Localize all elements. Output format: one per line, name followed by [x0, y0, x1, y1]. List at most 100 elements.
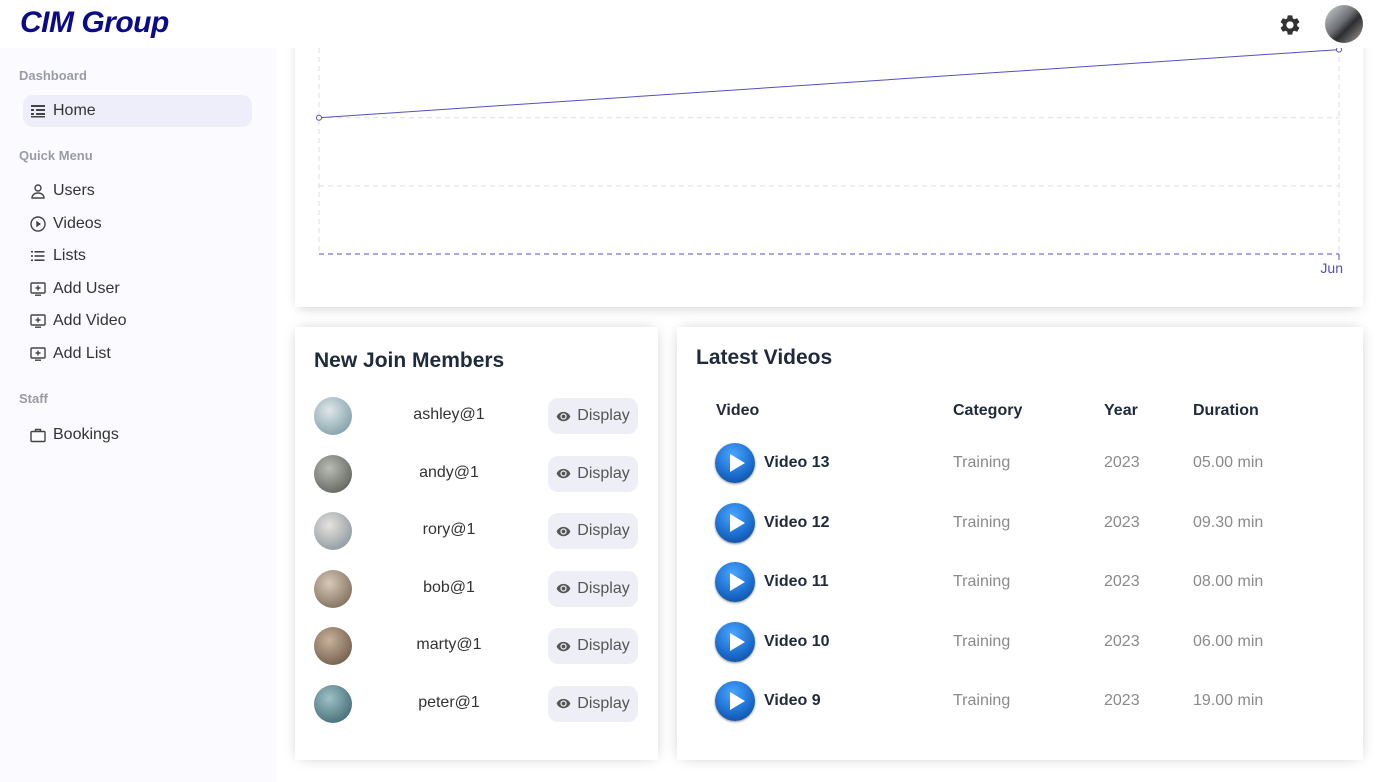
user-icon — [31, 184, 45, 199]
avatar — [314, 512, 352, 550]
sidebar-item-label: Videos — [53, 215, 102, 232]
sidebar-section-quick-menu: Quick Menu — [19, 148, 93, 163]
eye-icon — [556, 468, 571, 479]
series-line — [318, 49, 1340, 119]
display-button-label: Display — [577, 464, 630, 482]
list-item: peter@1 Display — [314, 684, 638, 724]
display-button[interactable]: Display — [548, 685, 638, 722]
display-button-label: Display — [577, 407, 630, 424]
play-icon[interactable] — [715, 621, 755, 662]
display-button[interactable]: Display — [548, 455, 638, 492]
sidebar-item-users[interactable]: Users — [23, 175, 252, 207]
video-category: Training — [953, 573, 1011, 590]
avatar — [314, 569, 352, 608]
video-year: 2023 — [1104, 632, 1140, 650]
avatar — [314, 454, 352, 493]
list-item: rory@1 Display — [314, 511, 638, 551]
member-name: peter@1 — [418, 693, 480, 711]
video-category: Training — [953, 632, 1011, 650]
sidebar-item-add-user[interactable]: Add User — [23, 273, 252, 305]
display-button-label: Display — [577, 637, 630, 654]
sidebar-item-label: Bookings — [53, 426, 119, 443]
video-category: Training — [953, 454, 1011, 471]
eye-icon — [556, 526, 571, 536]
logo[interactable]: CIM Group — [20, 6, 169, 40]
list-item: marty@1 Display — [314, 626, 638, 666]
sidebar-item-add-list[interactable]: Add List — [23, 338, 252, 370]
list-item: andy@1 Display — [314, 454, 638, 494]
sidebar-item-label: Add List — [53, 345, 111, 362]
video-title[interactable]: Video 10 — [764, 633, 830, 651]
sidebar-item-label: Lists — [53, 247, 86, 264]
video-title[interactable]: Video 12 — [764, 514, 830, 532]
video-title[interactable]: Video 13 — [764, 454, 830, 472]
table-row: Video 12 Training 2023 09.30 min — [677, 502, 1363, 546]
video-title[interactable]: Video 9 — [764, 692, 821, 710]
eye-icon — [556, 698, 571, 709]
play-icon[interactable] — [715, 443, 755, 483]
display-button-label: Display — [577, 694, 630, 712]
play-icon[interactable] — [715, 502, 755, 543]
video-year: 2023 — [1104, 692, 1140, 709]
video-duration: 05.00 min — [1193, 454, 1264, 471]
display-button-label: Display — [577, 522, 630, 539]
list-item: bob@1 Display — [314, 569, 638, 609]
member-name: marty@1 — [416, 636, 482, 653]
line-chart: Jun — [316, 30, 1343, 276]
list-icon — [31, 251, 45, 261]
table-row: Video 11 Training 2023 08.00 min — [677, 561, 1363, 605]
video-title[interactable]: Video 11 — [764, 573, 829, 591]
eye-icon — [556, 411, 571, 421]
sidebar-item-videos[interactable]: Videos — [23, 208, 252, 240]
sidebar-item-label: Home — [53, 102, 96, 119]
video-duration: 06.00 min — [1193, 632, 1264, 650]
data-point — [316, 114, 322, 121]
add-to-queue-icon — [30, 347, 46, 361]
member-name: andy@1 — [419, 463, 479, 481]
column-header-category: Category — [953, 402, 1023, 419]
eye-icon — [556, 583, 571, 594]
avatar[interactable] — [1325, 5, 1363, 43]
table-row: Video 9 Training 2023 19.00 min — [677, 680, 1363, 724]
video-year: 2023 — [1104, 513, 1140, 531]
sidebar-item-add-video[interactable]: Add Video — [23, 305, 252, 337]
add-to-queue-icon — [30, 282, 46, 296]
new-members-card: New Join Members ashley@1 Display andy@1 Di… — [295, 327, 658, 760]
table-row: Video 13 Training 2023 05.00 min — [677, 442, 1363, 486]
column-header-year: Year — [1104, 402, 1138, 419]
sidebar-item-bookings[interactable]: Bookings — [23, 419, 252, 451]
list-item: ashley@1 Display — [314, 396, 638, 436]
sidebar-item-label: Users — [53, 182, 95, 199]
sidebar-section-dashboard: Dashboard — [19, 68, 87, 83]
top-bar: CIM Group — [0, 0, 1384, 48]
member-name: bob@1 — [423, 578, 475, 596]
avatar — [314, 684, 352, 723]
gear-icon[interactable] — [1278, 13, 1302, 37]
sidebar-item-home[interactable]: Home — [23, 95, 252, 127]
sidebar: Dashboard Home Quick Menu Users Videos L… — [0, 48, 276, 782]
video-year: 2023 — [1104, 454, 1140, 471]
avatar — [314, 397, 352, 435]
column-header-duration: Duration — [1193, 402, 1259, 419]
add-to-queue-icon — [30, 314, 46, 328]
video-duration: 19.00 min — [1193, 692, 1264, 709]
video-duration: 08.00 min — [1193, 573, 1264, 590]
play-icon[interactable] — [715, 562, 755, 602]
play-icon[interactable] — [715, 681, 755, 721]
display-button[interactable]: Display — [548, 628, 638, 664]
video-category: Training — [953, 692, 1011, 709]
member-name: rory@1 — [422, 521, 476, 538]
sidebar-item-lists[interactable]: Lists — [23, 240, 252, 272]
video-year: 2023 — [1104, 573, 1140, 590]
chart-card: Jun — [295, 30, 1363, 307]
play-circle-icon — [30, 216, 46, 232]
display-button[interactable]: Display — [548, 570, 638, 607]
table-row: Video 10 Training 2023 06.00 min — [677, 621, 1363, 665]
avatar — [314, 627, 352, 665]
video-category: Training — [953, 513, 1011, 531]
display-button[interactable]: Display — [548, 398, 638, 434]
eye-icon — [556, 641, 571, 651]
members-title: New Join Members — [314, 349, 505, 372]
member-name: ashley@1 — [413, 406, 485, 423]
display-button[interactable]: Display — [548, 513, 638, 549]
